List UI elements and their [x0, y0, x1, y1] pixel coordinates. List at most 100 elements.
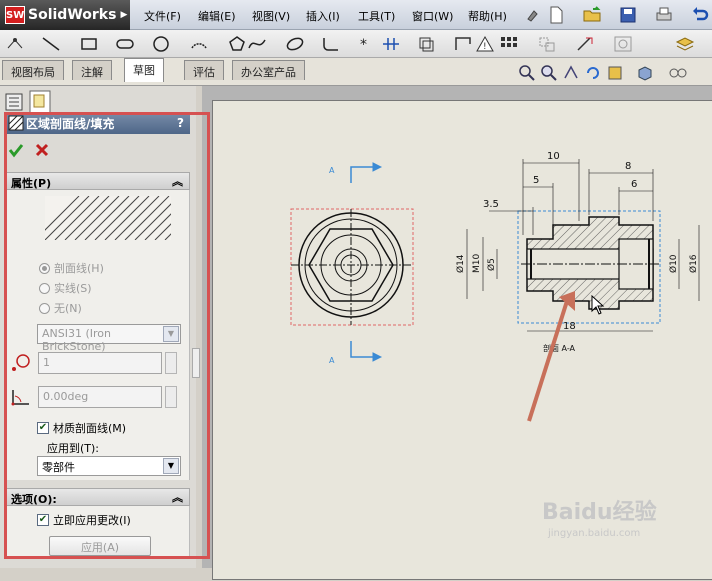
move-entities-icon[interactable]	[536, 34, 558, 54]
annotation-arrow	[527, 291, 575, 422]
dimension-phi5[interactable]: Ø5	[486, 258, 497, 271]
dimension-3-5[interactable]: 3.5	[483, 199, 499, 210]
apply-button[interactable]: 应用(A)	[49, 536, 151, 556]
rotate-view-icon[interactable]	[584, 64, 602, 82]
hatch-angle-field[interactable]: 0.00deg	[38, 386, 162, 408]
ellipse-icon[interactable]	[284, 34, 306, 54]
property-manager-header: 区域剖面线/填充 ?	[4, 112, 190, 134]
radio-solid-label: 实线(S)	[54, 282, 92, 295]
dimension-5[interactable]: 5	[533, 175, 539, 186]
dimension-8[interactable]: 8	[625, 161, 631, 172]
previous-view-icon[interactable]	[562, 64, 580, 82]
apply-immediately-checkbox[interactable]: ✔ 立即应用更改(I)	[37, 512, 131, 528]
scale-spinner[interactable]	[165, 352, 177, 374]
app-logo[interactable]: SW SolidWorks ▶	[0, 0, 130, 30]
view-orientation-icon[interactable]	[636, 64, 654, 82]
properties-group-body: 剖面线(H) 实线(S) 无(N) ANSI31 (Iron BrickSton…	[4, 190, 190, 480]
tab-sketch[interactable]: 草图	[124, 58, 164, 82]
rectangle-icon[interactable]	[78, 34, 100, 54]
tab-evaluate[interactable]: 评估	[184, 60, 224, 80]
tab-annotation[interactable]: 注解	[72, 60, 112, 80]
spline-icon[interactable]	[246, 34, 268, 54]
menu-bar: SW SolidWorks ▶ 文件(F) 编辑(E) 视图(V) 插入(I) …	[0, 0, 712, 30]
menu-view[interactable]: 视图(V)	[252, 8, 290, 24]
radio-hatch-label: 剖面线(H)	[54, 262, 104, 275]
feature-tree-icon[interactable]	[4, 92, 24, 112]
convert-entities-icon[interactable]	[452, 34, 474, 54]
solidworks-logo-icon: SW	[5, 6, 25, 24]
save-icon[interactable]	[618, 5, 638, 25]
end-view[interactable]	[290, 208, 414, 326]
apply-to-label: 应用到(T):	[47, 442, 100, 455]
panel-splitter-handle[interactable]	[192, 348, 200, 378]
circle-icon[interactable]	[150, 34, 172, 54]
menu-help[interactable]: 帮助(H)	[468, 8, 507, 24]
zoom-to-area-icon[interactable]	[540, 64, 558, 82]
section-line-marks[interactable]	[350, 162, 383, 362]
tab-office-products[interactable]: 办公室产品	[232, 60, 305, 80]
help-button[interactable]: ?	[177, 116, 184, 130]
radio-none[interactable]: 无(N)	[39, 300, 82, 316]
ok-checkmark-icon[interactable]	[8, 142, 24, 158]
properties-group-title: 属性(P)	[11, 177, 52, 190]
property-manager-title: 区域剖面线/填充	[26, 116, 115, 131]
fillet-icon[interactable]	[320, 34, 342, 54]
trim-entities-icon[interactable]	[380, 34, 402, 54]
dimension-phi14[interactable]: Ø14	[455, 254, 466, 273]
collapse-chevron-icon[interactable]: ︽	[172, 489, 183, 505]
menu-edit[interactable]: 编辑(E)	[198, 8, 236, 24]
hatch-scale-field[interactable]: 1	[38, 352, 162, 374]
properties-group-header[interactable]: 属性(P) ︽	[4, 172, 190, 190]
slot-icon[interactable]	[114, 34, 136, 54]
tab-view-layout[interactable]: 视图布局	[2, 60, 64, 80]
layer-icon[interactable]	[674, 34, 696, 54]
arc-icon[interactable]	[188, 34, 210, 54]
dimension-6[interactable]: 6	[631, 179, 637, 190]
pattern-icon[interactable]	[498, 34, 520, 54]
dimension-phi16[interactable]: Ø16	[688, 254, 699, 273]
view-settings-icon[interactable]	[668, 64, 690, 82]
menu-file[interactable]: 文件(F)	[144, 8, 181, 24]
radio-hatch[interactable]: 剖面线(H)	[39, 260, 104, 276]
menu-window[interactable]: 窗口(W)	[412, 8, 453, 24]
dimension-18[interactable]: 18	[563, 321, 576, 332]
pin-icon[interactable]	[522, 5, 542, 25]
section-view-a-a[interactable]	[517, 210, 661, 324]
menu-tools[interactable]: 工具(T)	[358, 8, 395, 24]
polygon-icon[interactable]	[226, 34, 248, 54]
options-group-body: ✔ 立即应用更改(I) 应用(A)	[4, 506, 190, 558]
cancel-x-icon[interactable]	[34, 142, 50, 158]
new-document-icon[interactable]	[546, 5, 566, 25]
quick-snaps-icon[interactable]	[574, 34, 596, 54]
display-relations-icon[interactable]: !	[474, 34, 496, 54]
menu-insert[interactable]: 插入(I)	[306, 8, 340, 24]
point-icon[interactable]: *	[354, 34, 376, 54]
property-manager-tab-icon[interactable]	[28, 90, 52, 114]
logo-expand-icon[interactable]: ▶	[120, 10, 127, 20]
dimension-10[interactable]: 10	[547, 151, 560, 162]
zoom-to-fit-icon[interactable]	[518, 64, 536, 82]
apply-to-select[interactable]: 零部件 ▼	[37, 456, 181, 476]
rapid-sketch-icon[interactable]	[612, 34, 634, 54]
open-folder-icon[interactable]	[582, 5, 602, 25]
material-hatch-label: 材质剖面线(M)	[53, 422, 127, 435]
undo-icon[interactable]	[690, 5, 710, 25]
dimension-phi10[interactable]: Ø10	[668, 254, 679, 273]
hatch-pattern-value: ANSI31 (Iron BrickStone)	[42, 327, 111, 353]
material-hatch-checkbox[interactable]: ✔ 材质剖面线(M)	[37, 420, 126, 436]
hatch-pattern-select[interactable]: ANSI31 (Iron BrickStone) ▼	[37, 324, 181, 353]
radio-solid[interactable]: 实线(S)	[39, 280, 92, 296]
svg-text:!: !	[483, 42, 487, 52]
offset-entities-icon[interactable]	[416, 34, 438, 54]
scale-icon	[12, 354, 30, 371]
print-icon[interactable]	[654, 5, 674, 25]
display-style-icon[interactable]	[606, 64, 624, 82]
chevron-down-icon: ▼	[163, 458, 179, 474]
options-group-header[interactable]: 选项(O): ︽	[4, 488, 190, 506]
angle-spinner[interactable]	[165, 386, 177, 408]
apply-immediately-label: 立即应用更改(I)	[53, 514, 131, 527]
smart-dimension-icon[interactable]	[4, 34, 26, 54]
collapse-chevron-icon[interactable]: ︽	[172, 173, 183, 189]
line-icon[interactable]	[40, 34, 62, 54]
dimension-m10[interactable]: M10	[472, 254, 482, 273]
